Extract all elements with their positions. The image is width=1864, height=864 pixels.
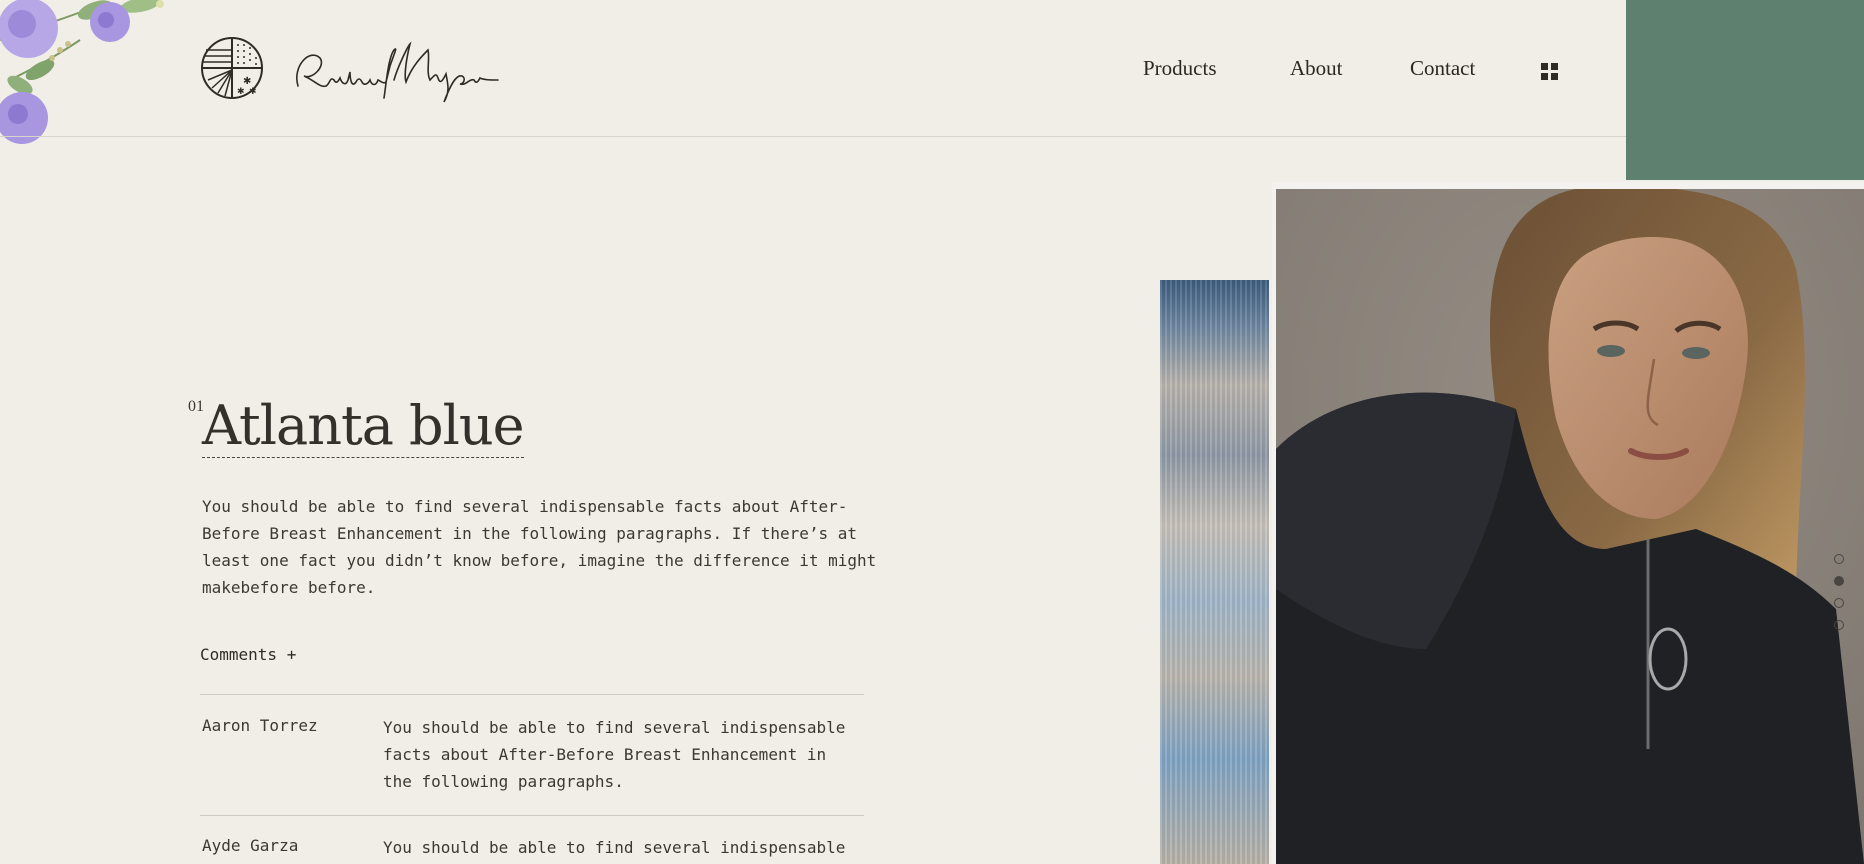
grid-menu-icon[interactable] <box>1541 63 1559 81</box>
slider-dot-active[interactable] <box>1834 576 1844 586</box>
green-accent-panel <box>1626 0 1864 180</box>
nav-products[interactable]: Products <box>1143 56 1217 81</box>
comments-divider <box>200 815 864 816</box>
comment-author: Ayde Garza <box>202 836 299 855</box>
model-photo <box>1276 189 1864 864</box>
page-title: Atlanta blue <box>202 394 525 458</box>
product-description: You should be able to find several indis… <box>202 497 877 597</box>
floral-decoration <box>0 0 164 144</box>
comment-author: Aaron Torrez <box>202 716 318 735</box>
svg-text:✱: ✱ <box>243 76 251 87</box>
comment-text: You should be able to find several indis… <box>383 838 846 857</box>
svg-text:✱: ✱ <box>237 87 245 97</box>
slider-dot[interactable] <box>1834 598 1844 608</box>
comments-toggle-button[interactable]: Comments + <box>200 645 296 664</box>
nav-about[interactable]: About <box>1290 56 1343 81</box>
header-divider <box>0 136 1626 137</box>
rug-image <box>1160 280 1269 864</box>
brand-signature-logo[interactable] <box>290 36 500 106</box>
nav-contact[interactable]: Contact <box>1410 56 1475 81</box>
slider-pagination <box>1834 554 1846 642</box>
svg-text:✱: ✱ <box>249 87 257 97</box>
comment-text: You should be able to find several indis… <box>383 718 846 791</box>
slider-dot[interactable] <box>1834 620 1844 630</box>
slider-dot[interactable] <box>1834 554 1844 564</box>
brand-emblem-icon[interactable]: ✱ ✱ ✱ <box>200 36 264 100</box>
comments-divider <box>200 694 864 695</box>
